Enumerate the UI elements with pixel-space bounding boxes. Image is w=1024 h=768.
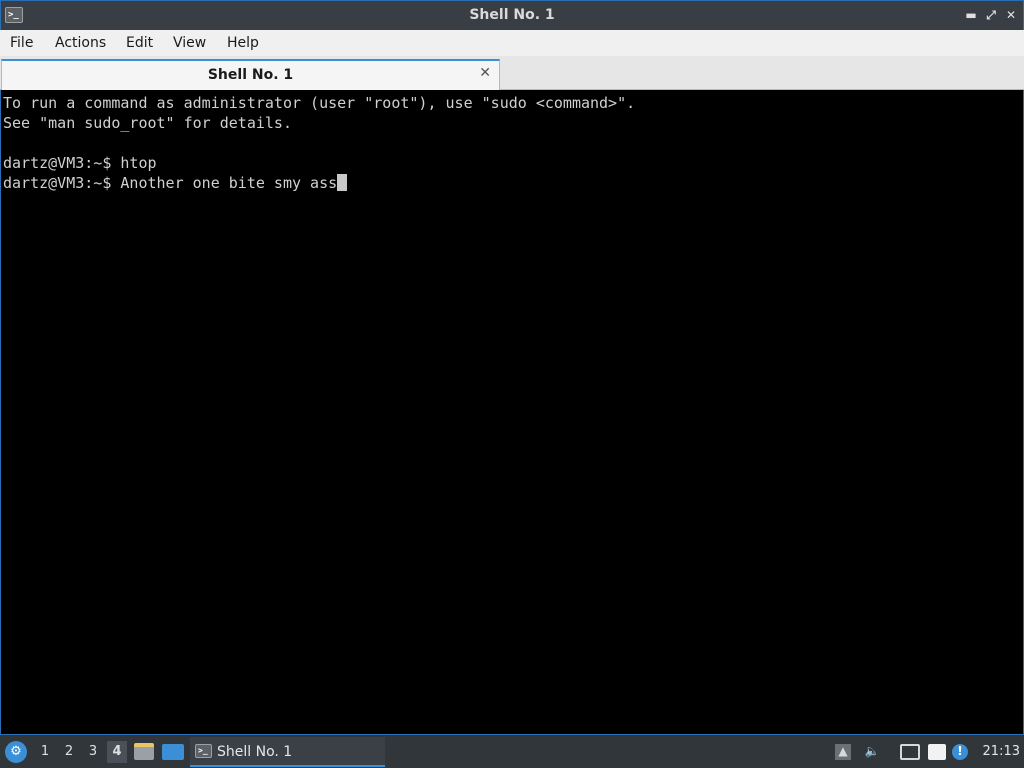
terminal-line: See "man sudo_root" for details. [3,114,292,132]
menu-view[interactable]: View [173,35,206,51]
file-manager-icon[interactable] [134,743,154,760]
menu-actions[interactable]: Actions [55,35,106,51]
tab-shell-1[interactable]: Shell No. 1 ✕ [1,59,500,90]
show-desktop-icon[interactable] [162,744,184,760]
taskbar-window-button[interactable]: >_ Shell No. 1 [190,737,385,767]
menu-edit[interactable]: Edit [126,35,153,51]
menu-file[interactable]: File [10,35,33,51]
tab-bar: Shell No. 1 ✕ [0,56,1024,90]
window-title: Shell No. 1 [469,7,555,23]
desktop-switch-3[interactable]: 3 [83,741,103,763]
clock[interactable]: 21:13 [983,744,1020,759]
menu-help[interactable]: Help [227,35,259,51]
menubar: File Actions Edit View Help [0,30,1024,56]
network-icon[interactable] [900,744,920,760]
start-menu-button[interactable]: ⚙ [5,741,27,763]
up-arrow-icon[interactable]: ▲ [835,744,851,760]
desktop-switch-2[interactable]: 2 [59,741,79,763]
desktop-switch-1[interactable]: 1 [35,741,55,763]
taskbar-window-label: Shell No. 1 [217,744,293,760]
tab-close-icon[interactable]: ✕ [479,65,491,81]
maximize-button[interactable]: ⤢ [982,6,1000,24]
update-notifier-icon[interactable]: ! [952,744,968,760]
desktop-switch-4[interactable]: 4 [107,741,127,763]
window-titlebar[interactable]: >_ Shell No. 1 ▬ ⤢ ✕ [0,0,1024,30]
terminal-view[interactable]: To run a command as administrator (user … [0,90,1024,734]
volume-icon[interactable]: 🔈 [862,744,882,760]
close-window-button[interactable]: ✕ [1002,6,1020,24]
clipboard-icon[interactable] [928,744,946,760]
terminal-current-input: dartz@VM3:~$ Another one bite smy ass [3,174,338,192]
terminal-icon: >_ [195,744,212,758]
terminal-line: dartz@VM3:~$ htop [3,154,157,172]
terminal-line: To run a command as administrator (user … [3,94,636,112]
terminal-prompt-line: dartz@VM3:~$ Another one bite smy ass [3,173,1021,193]
tab-label: Shell No. 1 [207,67,294,83]
taskbar: ⚙ 1 2 3 4 >_ Shell No. 1 ▲ 🔈 ! 21:13 [0,734,1024,768]
text-cursor [337,174,348,191]
minimize-button[interactable]: ▬ [962,6,980,24]
